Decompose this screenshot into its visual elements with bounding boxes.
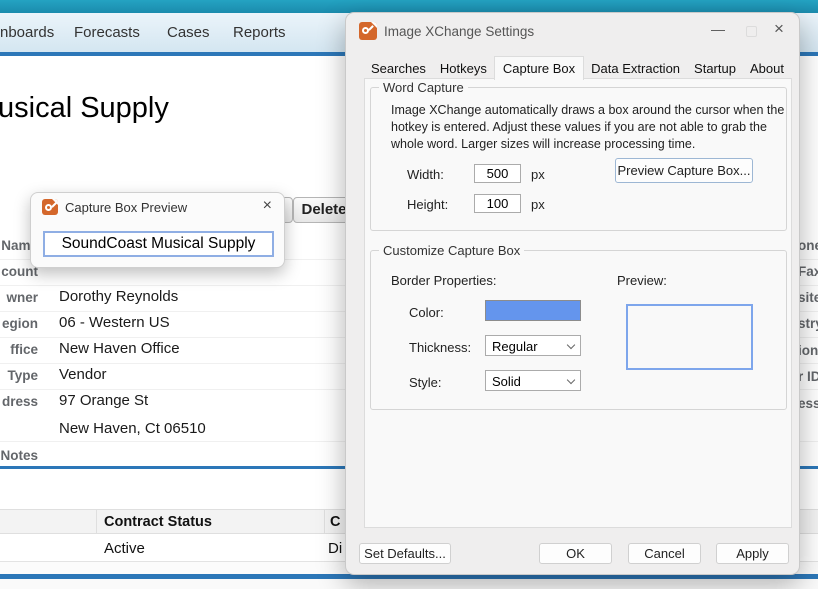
nav-tab-cases[interactable]: Cases (167, 13, 210, 52)
height-label: Height: (407, 197, 448, 212)
field-value-owner: Dorothy Reynolds (59, 288, 178, 305)
field-label-address: dress (0, 394, 38, 409)
image-xchange-settings-dialog: Image XChange Settings — × Searches Hotk… (345, 12, 800, 575)
customize-capture-box-group: Customize Capture Box Border Properties:… (370, 250, 787, 410)
width-unit: px (531, 167, 545, 182)
chevron-down-icon (567, 376, 575, 384)
column-header-contract-status[interactable]: Contract Status (104, 514, 212, 530)
magnifier-handle (368, 25, 374, 31)
close-icon[interactable]: × (774, 19, 784, 39)
field-label-owner: wner (0, 290, 38, 305)
capture-box-tab-page: Word Capture Image XChange automatically… (364, 78, 792, 528)
bottom-margin (0, 579, 818, 589)
ok-button[interactable]: OK (539, 543, 612, 564)
set-defaults-button[interactable]: Set Defaults... (359, 543, 451, 564)
word-capture-description: Image XChange automatically draws a box … (391, 102, 791, 153)
table-column-divider (96, 509, 97, 534)
minimize-icon[interactable]: — (711, 21, 725, 37)
field-label-type: Type (0, 368, 38, 383)
tab-about[interactable]: About (743, 59, 791, 79)
tab-hotkeys[interactable]: Hotkeys (433, 59, 494, 79)
close-icon[interactable]: × (263, 197, 272, 215)
tab-searches[interactable]: Searches (364, 59, 433, 79)
field-label-website-partial: site (798, 290, 818, 305)
border-properties-label: Border Properties: (391, 273, 497, 288)
field-value-address: 97 Orange St (59, 392, 148, 409)
color-swatch[interactable] (485, 300, 581, 321)
cancel-button[interactable]: Cancel (628, 543, 701, 564)
field-label-office: ffice (0, 342, 38, 357)
field-label-fax-partial: Fax (798, 264, 818, 279)
height-input[interactable] (474, 194, 521, 213)
thickness-label: Thickness: (409, 340, 471, 355)
table-column-divider (324, 509, 325, 534)
nav-tab-dashboards[interactable]: nboards (0, 13, 54, 52)
capture-box-outline: SoundCoast Musical Supply (43, 231, 274, 257)
color-label: Color: (409, 305, 444, 320)
field-label-industry-partial: stry (798, 316, 818, 331)
style-value: Solid (492, 374, 521, 389)
tab-data-extraction[interactable]: Data Extraction (584, 59, 687, 79)
field-label-ess-partial: ess (798, 396, 818, 411)
word-capture-legend: Word Capture (379, 80, 468, 95)
tab-capture-box[interactable]: Capture Box (494, 56, 584, 80)
field-value-type: Vendor (59, 366, 107, 383)
width-label: Width: (407, 167, 444, 182)
style-label: Style: (409, 375, 442, 390)
height-unit: px (531, 197, 545, 212)
dialog-title: Image XChange Settings (384, 24, 534, 39)
thickness-dropdown[interactable]: Regular (485, 335, 581, 356)
column-header-partial[interactable]: C (330, 514, 340, 530)
captured-text: SoundCoast Musical Supply (62, 235, 256, 253)
cell-contract-status: Active (104, 540, 145, 557)
thickness-value: Regular (492, 339, 538, 354)
nav-tab-forecasts[interactable]: Forecasts (74, 13, 140, 52)
maximize-icon[interactable] (746, 26, 757, 37)
capture-box-preview-dialog: Capture Box Preview × SoundCoast Musical… (30, 192, 285, 268)
word-capture-group: Word Capture Image XChange automatically… (370, 87, 787, 231)
image-xchange-app-icon (42, 199, 58, 215)
preview-capture-box-button[interactable]: Preview Capture Box... (615, 158, 753, 183)
image-xchange-app-icon (359, 22, 377, 40)
preview-dialog-titlebar[interactable]: Capture Box Preview × (31, 193, 284, 221)
field-label-region: egion (0, 316, 38, 331)
cell-partial: Di (328, 540, 342, 557)
settings-tab-strip: Searches Hotkeys Capture Box Data Extrac… (364, 59, 791, 79)
chevron-down-icon (567, 341, 575, 349)
style-dropdown[interactable]: Solid (485, 370, 581, 391)
field-value-city: New Haven, Ct 06510 (59, 420, 206, 437)
field-label-id-partial: r ID (798, 369, 818, 384)
field-label-ion-partial: ion (798, 343, 818, 358)
capture-box-preview-rect (626, 304, 753, 370)
tab-startup[interactable]: Startup (687, 59, 743, 79)
width-input[interactable] (474, 164, 521, 183)
customize-legend: Customize Capture Box (379, 243, 524, 258)
apply-button[interactable]: Apply (716, 543, 789, 564)
screen: nboards Forecasts Cases Reports usical S… (0, 0, 818, 589)
page-title: usical Supply (0, 92, 169, 125)
preview-label: Preview: (617, 273, 667, 288)
field-value-office: New Haven Office (59, 340, 180, 357)
field-value-region: 06 - Western US (59, 314, 170, 331)
field-label-phone-partial: one (798, 238, 818, 253)
nav-tab-reports[interactable]: Reports (233, 13, 286, 52)
preview-dialog-title: Capture Box Preview (65, 200, 187, 215)
field-label-notes: Notes (0, 448, 38, 463)
